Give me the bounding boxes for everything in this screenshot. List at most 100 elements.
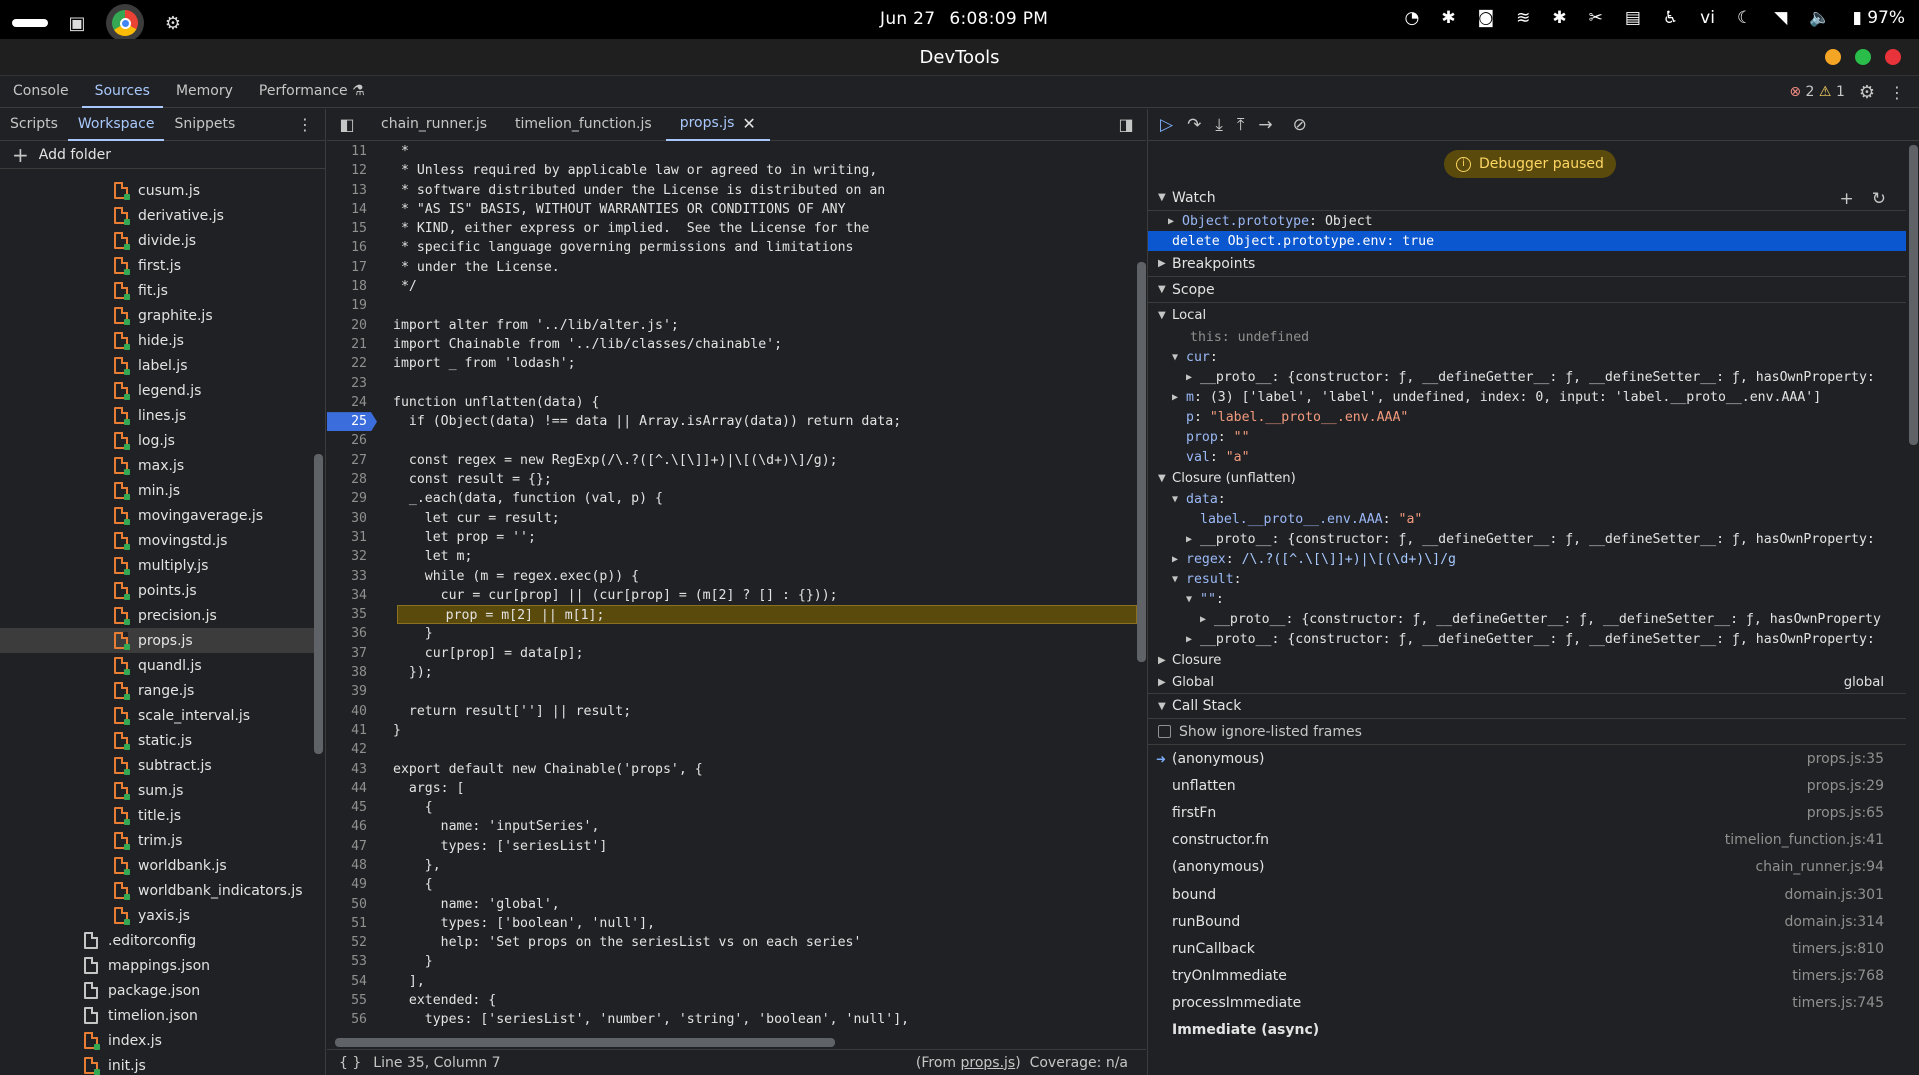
pretty-print-icon[interactable]: { } bbox=[327, 1055, 373, 1071]
toggle-navigator-icon[interactable]: ◧ bbox=[327, 115, 367, 134]
line-number[interactable]: 14 bbox=[327, 200, 377, 219]
code-line[interactable]: 38 }); bbox=[327, 663, 1137, 682]
code-line[interactable]: 17 * under the License. bbox=[327, 258, 1137, 277]
scope-var[interactable]: p: "label.__proto__.env.AAA" bbox=[1148, 407, 1906, 427]
tab-performance[interactable]: Performance ⚗ bbox=[246, 76, 378, 108]
file-item[interactable]: quandl.js bbox=[0, 653, 314, 678]
line-number[interactable]: 54 bbox=[327, 972, 377, 991]
watch-header[interactable]: ▼ Watch + ↻ bbox=[1148, 185, 1906, 211]
expand-arrow-icon[interactable]: ▶ bbox=[1168, 216, 1182, 227]
tools-icon[interactable]: ✂ bbox=[1589, 8, 1603, 28]
tab-sources[interactable]: Sources bbox=[81, 76, 163, 108]
frame-location[interactable]: chain_runner.js:94 bbox=[1755, 859, 1884, 875]
line-number[interactable]: 45 bbox=[327, 798, 377, 817]
code-line[interactable]: 32 let m; bbox=[327, 547, 1137, 566]
step-over-icon[interactable]: ↷ bbox=[1187, 115, 1201, 135]
call-frame[interactable]: unflatten props.js:29 bbox=[1148, 772, 1906, 799]
code-line[interactable]: 21 import Chainable from '../lib/classes/… bbox=[327, 335, 1137, 354]
callstack-header[interactable]: ▼ Call Stack bbox=[1148, 693, 1906, 719]
step-into-icon[interactable]: ⤓ bbox=[1215, 115, 1223, 135]
editor-scrollbar[interactable] bbox=[1137, 142, 1146, 1027]
frame-location[interactable]: timers.js:745 bbox=[1792, 995, 1884, 1011]
code-line[interactable]: 45 { bbox=[327, 798, 1137, 817]
file-item[interactable]: init.js bbox=[0, 1053, 314, 1075]
line-number[interactable]: 25 bbox=[327, 412, 377, 431]
expand-arrow-icon[interactable]: ▶ bbox=[1200, 614, 1214, 625]
scrollbar-thumb[interactable] bbox=[314, 454, 323, 754]
maximize-button[interactable] bbox=[1855, 49, 1871, 65]
discord-icon[interactable]: ◙ bbox=[1478, 8, 1495, 28]
chrome-icon[interactable] bbox=[106, 4, 144, 42]
line-number[interactable]: 48 bbox=[327, 856, 377, 875]
code-line[interactable]: 42 bbox=[327, 740, 1137, 759]
file-item[interactable]: yaxis.js bbox=[0, 903, 314, 928]
scrollbar-thumb[interactable] bbox=[1137, 262, 1146, 662]
closure-header[interactable]: ▶ Closure bbox=[1148, 649, 1906, 671]
file-item[interactable]: movingstd.js bbox=[0, 528, 314, 553]
file-item[interactable]: precision.js bbox=[0, 603, 314, 628]
feather-icon[interactable]: ≋ bbox=[1516, 8, 1530, 28]
file-item[interactable]: mappings.json bbox=[0, 953, 314, 978]
file-item[interactable]: legend.js bbox=[0, 378, 314, 403]
code-line[interactable]: 47 types: ['seriesList'] bbox=[327, 837, 1137, 856]
code-line[interactable]: 31 let prop = ''; bbox=[327, 528, 1137, 547]
file-item[interactable]: hide.js bbox=[0, 328, 314, 353]
file-item[interactable]: title.js bbox=[0, 803, 314, 828]
code-line[interactable]: 27 const regex = new RegExp(/\.?([^.\[\]… bbox=[327, 451, 1137, 470]
scrollbar-thumb[interactable] bbox=[1909, 145, 1918, 445]
step-out-icon[interactable]: ⤒ bbox=[1237, 115, 1245, 135]
code-line[interactable]: 34 cur = cur[prop] || (cur[prop] = (m[2]… bbox=[327, 586, 1137, 605]
sync-icon[interactable]: ◔ bbox=[1404, 8, 1419, 28]
file-item[interactable]: log.js bbox=[0, 428, 314, 453]
code-line[interactable]: 25 if (Object(data) !== data || Array.is… bbox=[327, 412, 1137, 431]
line-number[interactable]: 53 bbox=[327, 952, 377, 971]
call-frame[interactable]: runCallback timers.js:810 bbox=[1148, 935, 1906, 962]
line-number[interactable]: 20 bbox=[327, 316, 377, 335]
file-item[interactable]: divide.js bbox=[0, 228, 314, 253]
frame-location[interactable]: timers.js:810 bbox=[1792, 941, 1884, 957]
line-number[interactable]: 50 bbox=[327, 895, 377, 914]
add-watch-icon[interactable]: + bbox=[1840, 189, 1854, 209]
tab-chain-runner[interactable]: chain_runner.js bbox=[367, 109, 501, 141]
night-mode-icon[interactable]: ☾ bbox=[1737, 8, 1752, 28]
toggle-debugger-icon[interactable]: ◨ bbox=[1106, 115, 1146, 134]
code-line[interactable]: 30 let cur = result; bbox=[327, 509, 1137, 528]
call-frame[interactable]: firstFn props.js:65 bbox=[1148, 799, 1906, 826]
accessibility-icon[interactable]: ♿ bbox=[1663, 8, 1678, 28]
file-item[interactable]: index.js bbox=[0, 1028, 314, 1053]
line-number[interactable]: 15 bbox=[327, 219, 377, 238]
line-number[interactable]: 42 bbox=[327, 740, 377, 759]
call-frame[interactable]: processImmediate timers.js:745 bbox=[1148, 990, 1906, 1017]
code-line[interactable]: 12 * Unless required by applicable law o… bbox=[327, 161, 1137, 180]
resume-icon[interactable]: ▷ bbox=[1160, 115, 1173, 135]
file-item[interactable]: derivative.js bbox=[0, 203, 314, 228]
settings-app-icon[interactable]: ⚙ bbox=[158, 8, 188, 38]
code-line[interactable]: 36 } bbox=[327, 624, 1137, 643]
terminal-icon[interactable]: ▣ bbox=[62, 8, 92, 38]
more-options-icon[interactable]: ⋮ bbox=[1889, 83, 1905, 102]
code-line[interactable]: 37 cur[prop] = data[p]; bbox=[327, 644, 1137, 663]
line-number[interactable]: 13 bbox=[327, 181, 377, 200]
tab-props[interactable]: props.js ✕ bbox=[665, 109, 770, 141]
volume-icon[interactable]: 🔈 bbox=[1809, 8, 1830, 28]
tab-scripts[interactable]: Scripts bbox=[0, 109, 68, 141]
call-frame[interactable]: ➜ (anonymous) props.js:35 bbox=[1148, 745, 1906, 772]
expand-arrow-icon[interactable]: ▶ bbox=[1186, 634, 1200, 645]
scope-var[interactable]: label.__proto__.env.AAA: "a" bbox=[1148, 509, 1906, 529]
code-line[interactable]: 43 export default new Chainable('props', … bbox=[327, 760, 1137, 779]
line-number[interactable]: 43 bbox=[327, 760, 377, 779]
file-item[interactable]: worldbank.js bbox=[0, 853, 314, 878]
scope-var[interactable]: ▶ __proto__: {constructor: ƒ, __defineGet… bbox=[1148, 367, 1906, 387]
line-number[interactable]: 23 bbox=[327, 374, 377, 393]
closure-scope-header[interactable]: ▼ Closure (unflatten) bbox=[1148, 467, 1906, 489]
frame-location[interactable]: props.js:35 bbox=[1807, 751, 1884, 767]
file-item[interactable]: min.js bbox=[0, 478, 314, 503]
code-line[interactable]: 11 * bbox=[327, 142, 1137, 161]
line-number[interactable]: 38 bbox=[327, 663, 377, 682]
deactivate-breakpoints-icon[interactable]: ⊘ bbox=[1293, 115, 1307, 135]
line-number[interactable]: 32 bbox=[327, 547, 377, 566]
scope-var[interactable]: ▶ __proto__: {constructor: ƒ, __defineGet… bbox=[1148, 629, 1906, 649]
line-number[interactable]: 37 bbox=[327, 644, 377, 663]
clock[interactable]: Jun 27 6:08:09 PM bbox=[880, 9, 1062, 29]
call-frame[interactable]: bound domain.js:301 bbox=[1148, 881, 1906, 908]
